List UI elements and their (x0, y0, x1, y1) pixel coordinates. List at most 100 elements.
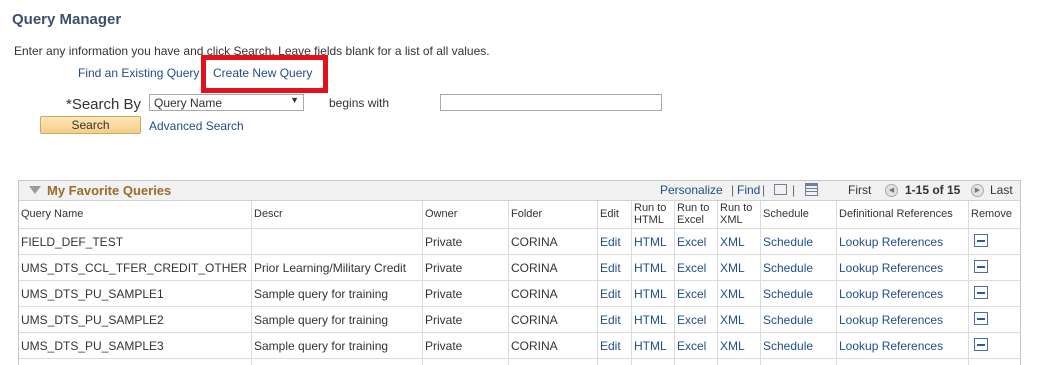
run-excel-link[interactable]: Excel (677, 287, 706, 301)
column-divider (251, 201, 252, 365)
collapse-triangle-icon[interactable] (29, 186, 41, 194)
previous-page-icon[interactable]: ◀ (885, 184, 898, 197)
folder-cell: CORINA (511, 235, 558, 249)
column-header-edit: Edit (600, 208, 619, 220)
column-header-descr[interactable]: Descr (252, 201, 422, 227)
column-divider (760, 201, 761, 365)
run-excel-link[interactable]: Excel (677, 261, 706, 275)
column-header-remove: Remove (971, 208, 1012, 220)
run-html-link[interactable]: HTML (634, 287, 667, 301)
run-excel-link[interactable]: Excel (677, 313, 706, 327)
run-xml-link[interactable]: XML (720, 235, 745, 249)
folder-cell: CORINA (511, 339, 558, 353)
owner-cell: Private (425, 235, 463, 249)
column-header-run-excel: Run to Excel (677, 202, 710, 226)
remove-icon[interactable] (974, 234, 988, 247)
run-html-link[interactable]: HTML (634, 261, 667, 275)
next-page-icon[interactable]: ▶ (971, 184, 984, 197)
column-divider (717, 201, 718, 365)
find-existing-query-link[interactable]: Find an Existing Query (78, 66, 199, 80)
search-by-value: Query Name (154, 96, 223, 110)
operator-label: begins with (329, 96, 390, 110)
schedule-link[interactable]: Schedule (763, 287, 813, 301)
remove-icon[interactable] (974, 260, 988, 273)
column-divider (968, 201, 969, 365)
schedule-link[interactable]: Schedule (763, 339, 813, 353)
lookup-references-link[interactable]: Lookup References (839, 313, 943, 327)
schedule-link[interactable]: Schedule (763, 261, 813, 275)
download-spreadsheet-icon[interactable] (805, 183, 818, 196)
column-header-folder[interactable]: Folder (509, 201, 597, 227)
query-name-cell: FIELD_DEF_TEST (21, 235, 124, 249)
descr-cell: Sample query for training (254, 339, 389, 353)
owner-cell: Private (425, 261, 463, 275)
schedule-link[interactable]: Schedule (763, 235, 813, 249)
run-excel-link[interactable]: Excel (677, 235, 706, 249)
descr-cell: Prior Learning/Military Credit (254, 261, 407, 275)
personalize-link[interactable]: Personalize (660, 183, 723, 197)
edit-link[interactable]: Edit (600, 339, 621, 353)
create-new-query-link[interactable]: Create New Query (213, 66, 312, 80)
folder-cell: CORINA (511, 261, 558, 275)
run-html-link[interactable]: HTML (634, 313, 667, 327)
remove-icon[interactable] (974, 338, 988, 351)
row-divider (19, 358, 1020, 359)
search-button[interactable]: Search (40, 116, 141, 134)
favorite-queries-grid: My Favorite Queries Personalize | Find |… (18, 180, 1021, 365)
run-html-link[interactable]: HTML (634, 339, 667, 353)
run-xml-link[interactable]: XML (720, 261, 745, 275)
column-divider (836, 201, 837, 365)
row-divider (19, 280, 1020, 281)
dropdown-arrow-icon: ▼ (290, 95, 299, 105)
run-xml-link[interactable]: XML (720, 313, 745, 327)
edit-link[interactable]: Edit (600, 313, 621, 327)
lookup-references-link[interactable]: Lookup References (839, 287, 943, 301)
column-header-definitional-references: Definitional References (839, 208, 953, 220)
row-divider (19, 332, 1020, 333)
column-header-run-html: Run to HTML (634, 202, 667, 226)
row-divider (19, 228, 1020, 229)
query-name-cell: UMS_DTS_PU_SAMPLE3 (21, 339, 164, 353)
query-name-cell: UMS_DTS_PU_SAMPLE2 (21, 313, 164, 327)
grid-title-text: My Favorite Queries (47, 183, 172, 198)
search-input[interactable] (440, 94, 662, 111)
run-html-link[interactable]: HTML (634, 235, 667, 249)
advanced-search-link[interactable]: Advanced Search (149, 119, 244, 133)
row-divider (19, 254, 1020, 255)
grid-title[interactable]: My Favorite Queries (29, 183, 171, 198)
column-divider (674, 201, 675, 365)
first-page-label[interactable]: First (848, 183, 871, 197)
run-xml-link[interactable]: XML (720, 287, 745, 301)
column-header-query-name[interactable]: Query Name (19, 201, 251, 227)
column-divider (631, 201, 632, 365)
folder-cell: CORINA (511, 287, 558, 301)
edit-link[interactable]: Edit (600, 235, 621, 249)
edit-link[interactable]: Edit (600, 287, 621, 301)
nav-separator: | (731, 183, 735, 197)
remove-icon[interactable] (974, 312, 988, 325)
page-title: Query Manager (12, 11, 122, 28)
remove-icon[interactable] (974, 286, 988, 299)
last-page-label[interactable]: Last (990, 183, 1013, 197)
owner-cell: Private (425, 287, 463, 301)
column-header-owner[interactable]: Owner (423, 201, 508, 227)
schedule-link[interactable]: Schedule (763, 313, 813, 327)
run-xml-link[interactable]: XML (720, 339, 745, 353)
lookup-references-link[interactable]: Lookup References (839, 235, 943, 249)
column-header-run-xml: Run to XML (720, 202, 753, 226)
search-by-select[interactable]: Query Name ▼ (149, 94, 304, 111)
owner-cell: Private (425, 339, 463, 353)
row-count: 1-15 of 15 (905, 183, 961, 197)
view-all-icon[interactable] (774, 184, 787, 195)
folder-cell: CORINA (511, 313, 558, 327)
lookup-references-link[interactable]: Lookup References (839, 261, 943, 275)
edit-link[interactable]: Edit (600, 261, 621, 275)
column-divider (597, 201, 598, 365)
owner-cell: Private (425, 313, 463, 327)
find-link[interactable]: Find (737, 183, 760, 197)
column-divider (508, 201, 509, 365)
grid-header-bar: My Favorite Queries Personalize | Find |… (19, 181, 1020, 201)
lookup-references-link[interactable]: Lookup References (839, 339, 943, 353)
row-divider (19, 306, 1020, 307)
run-excel-link[interactable]: Excel (677, 339, 706, 353)
